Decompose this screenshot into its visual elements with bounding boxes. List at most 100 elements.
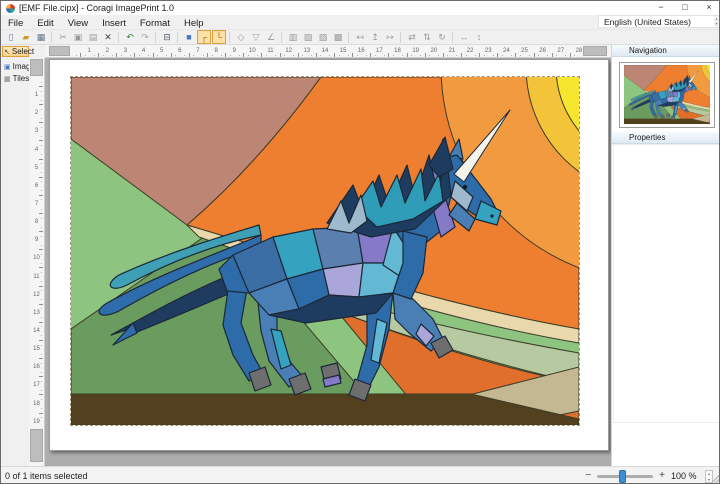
minimize-button[interactable]: − (649, 1, 673, 15)
document-canvas[interactable] (45, 58, 611, 466)
menu-view[interactable]: View (61, 18, 95, 29)
sidebar-item-tiles[interactable]: ▦Tiles (2, 73, 29, 84)
maximize-button[interactable]: □ (673, 1, 697, 15)
ruler-tick (39, 195, 43, 196)
ruler-number: 8 (214, 48, 217, 54)
ruler-number: 13 (29, 310, 44, 316)
ruler-number: 18 (394, 48, 401, 54)
ruler-tick (41, 290, 42, 291)
distribute-vertical-icon: ⇅ (420, 30, 434, 44)
menu-bar: FileEditViewInsertFormatHelp English (Un… (1, 15, 720, 29)
save-icon[interactable]: ▦ (34, 30, 48, 44)
toolbar-separator (155, 32, 156, 43)
ruler-number: 27 (557, 48, 564, 54)
ruler-tick (41, 408, 42, 409)
open-folder-icon[interactable]: ▰ (19, 30, 33, 44)
right-panel: Navigation Properties (611, 45, 720, 466)
print-icon[interactable]: ⊟ (160, 30, 174, 44)
copy-icon: ▣ (71, 30, 85, 44)
close-button[interactable]: × (697, 1, 720, 15)
ruler-tick (41, 209, 42, 210)
send-backward-icon: ▧ (301, 30, 315, 44)
image-icon: ▣ (4, 63, 11, 71)
navigation-thumbnail[interactable] (619, 62, 715, 128)
ruler-tick (207, 53, 208, 57)
emf-image-object[interactable] (71, 77, 579, 425)
ruler-number: 9 (233, 48, 236, 54)
ruler-margin-block (30, 59, 43, 76)
ruler-tick (76, 55, 77, 56)
ruler-number: 22 (467, 48, 474, 54)
ruler-tick (121, 55, 122, 56)
ruler-number: 25 (521, 48, 528, 54)
ruler-number: 10 (29, 255, 44, 261)
toolbar: ▯▰▦✂▣▤✕↶↷⊟■┌└◇▽∠▥▧▨▩↤↥↦⇄⇅↻↔↕ (1, 29, 720, 45)
zoom-in-button[interactable]: + (659, 467, 665, 484)
ruler-number: 11 (29, 274, 44, 280)
ruler-tick (41, 335, 42, 336)
ruler-tick (41, 417, 42, 418)
delete-icon[interactable]: ✕ (101, 30, 115, 44)
ruler-tick (41, 345, 42, 346)
ruler-number: 19 (29, 419, 44, 425)
ruler-tick (41, 190, 42, 191)
sidebar-item-image[interactable]: ▣Image (2, 61, 29, 72)
resize-grip[interactable] (710, 474, 720, 484)
ruler-number: 7 (196, 48, 199, 54)
ruler-tick (41, 154, 42, 155)
ruler-number: 3 (124, 48, 127, 54)
ruler-number: 5 (29, 165, 44, 171)
menu-file[interactable]: File (1, 18, 30, 29)
ruler-tick (515, 53, 516, 57)
document-page[interactable] (49, 59, 609, 451)
ruler-tick (80, 53, 81, 57)
margin-top-left-icon[interactable]: ┌ (197, 30, 211, 44)
language-selector[interactable]: English (United States) ▴▾ (598, 15, 720, 28)
ruler-tick (511, 55, 512, 56)
navigation-header: Navigation (612, 45, 720, 57)
page-preview-icon[interactable]: ■ (182, 30, 196, 44)
ruler-number: 16 (358, 48, 365, 54)
ruler-number: 10 (249, 48, 256, 54)
ruler-tick (112, 55, 113, 56)
ruler-tick (41, 227, 42, 228)
sidebar-item-select[interactable]: ↖Select (2, 46, 29, 57)
ruler-tick (94, 55, 95, 56)
toolbar-separator (118, 32, 119, 43)
ruler-tick (41, 390, 42, 391)
ruler-tick (334, 53, 335, 57)
ruler-tick (41, 281, 42, 282)
ruler-tick (520, 55, 521, 56)
ruler-tick (41, 245, 42, 246)
menu-insert[interactable]: Insert (95, 18, 133, 29)
ruler-tick (370, 53, 371, 57)
zoom-level: 100 % (671, 471, 699, 481)
ruler-tick (41, 91, 42, 92)
ruler-tick (39, 104, 43, 105)
status-bar: 0 of 1 items selected − + 100 % ▴▾ (1, 466, 720, 484)
ruler-number: 19 (412, 48, 419, 54)
menu-format[interactable]: Format (133, 18, 177, 29)
menu-help[interactable]: Help (177, 18, 211, 29)
ruler-tick (39, 340, 43, 341)
zoom-slider-thumb[interactable] (619, 470, 626, 483)
new-document-icon[interactable]: ▯ (4, 30, 18, 44)
zoom-out-button[interactable]: − (585, 467, 591, 484)
ruler-tick (116, 53, 117, 57)
undo-icon[interactable]: ↶ (123, 30, 137, 44)
ruler-tick (175, 55, 176, 56)
ruler-tick (41, 118, 42, 119)
zoom-slider[interactable] (597, 475, 653, 478)
language-label: English (United States) (604, 17, 691, 27)
margin-bottom-left-icon[interactable]: └ (212, 30, 226, 44)
ruler-tick (41, 372, 42, 373)
measure-tool-icon: ∠ (264, 30, 278, 44)
ruler-tick (41, 172, 42, 173)
toolbar-separator (281, 32, 282, 43)
ruler-tick (39, 159, 43, 160)
language-stepper-icon[interactable]: ▴▾ (714, 16, 719, 27)
window-title: [EMF File.cipx] - Coragi ImagePrint 1.0 (19, 3, 649, 13)
menu-edit[interactable]: Edit (30, 18, 60, 29)
toolbar-separator (177, 32, 178, 43)
ruler-number: 2 (106, 48, 109, 54)
